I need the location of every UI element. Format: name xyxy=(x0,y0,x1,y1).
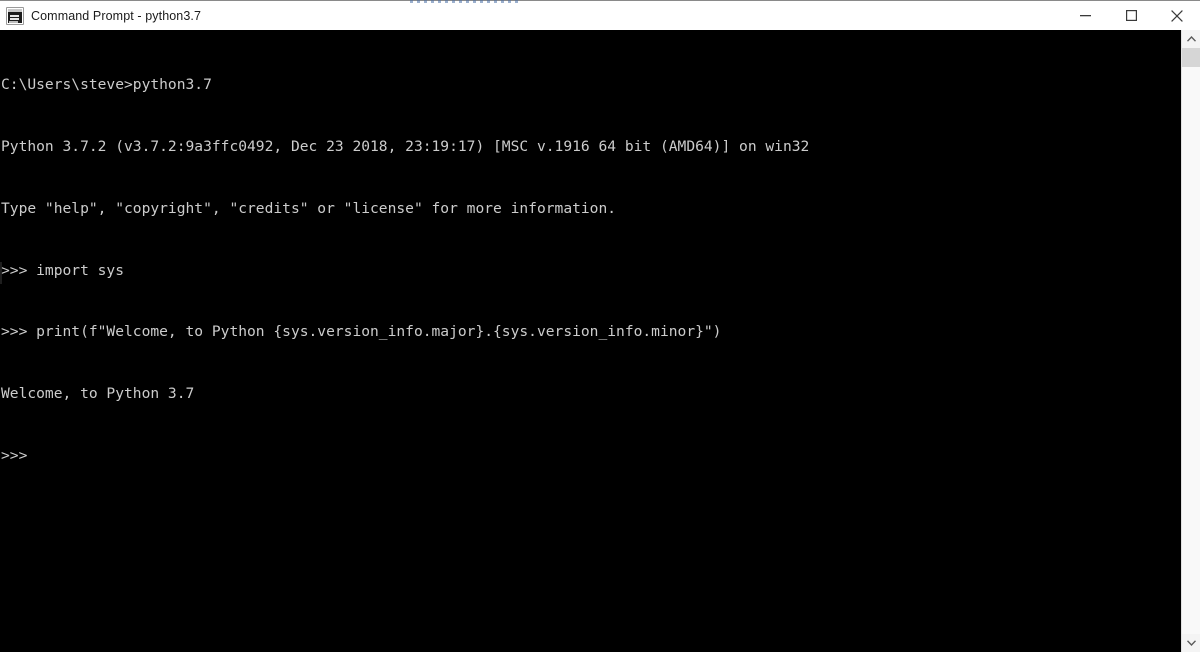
console-line: Type "help", "copyright", "credits" or "… xyxy=(1,199,617,217)
scrollbar-thumb[interactable] xyxy=(1182,48,1200,67)
console-icon xyxy=(6,6,24,25)
console-line: Python 3.7.2 (v3.7.2:9a3ffc0492, Dec 23 … xyxy=(1,137,810,155)
scroll-up-icon[interactable] xyxy=(1182,30,1200,48)
console-area[interactable]: C:\Users\steve>python3.7 Python 3.7.2 (v… xyxy=(0,30,1200,652)
scrollbar-track[interactable] xyxy=(1182,48,1200,634)
minimize-button[interactable] xyxy=(1062,1,1108,30)
scroll-down-icon[interactable] xyxy=(1182,634,1200,652)
vertical-scrollbar[interactable] xyxy=(1181,30,1200,652)
title-bar[interactable]: Command Prompt - python3.7 xyxy=(0,0,1200,30)
command-prompt-window: Command Prompt - python3.7 C:\Users\stev… xyxy=(0,0,1200,652)
window-title: Command Prompt - python3.7 xyxy=(31,8,202,23)
maximize-button[interactable] xyxy=(1108,1,1154,30)
console-output[interactable]: C:\Users\steve>python3.7 Python 3.7.2 (v… xyxy=(0,30,1181,652)
console-prompt-line: >>> xyxy=(1,446,28,464)
close-button[interactable] xyxy=(1154,1,1200,30)
top-edge-artifact xyxy=(410,0,520,3)
console-line: >>> import sys xyxy=(1,261,125,279)
console-line: >>> print(f"Welcome, to Python {sys.vers… xyxy=(1,323,722,341)
left-edge-artifact xyxy=(0,262,2,284)
console-line: Welcome, to Python 3.7 xyxy=(1,385,195,403)
console-line: C:\Users\steve>python3.7 xyxy=(1,76,212,94)
